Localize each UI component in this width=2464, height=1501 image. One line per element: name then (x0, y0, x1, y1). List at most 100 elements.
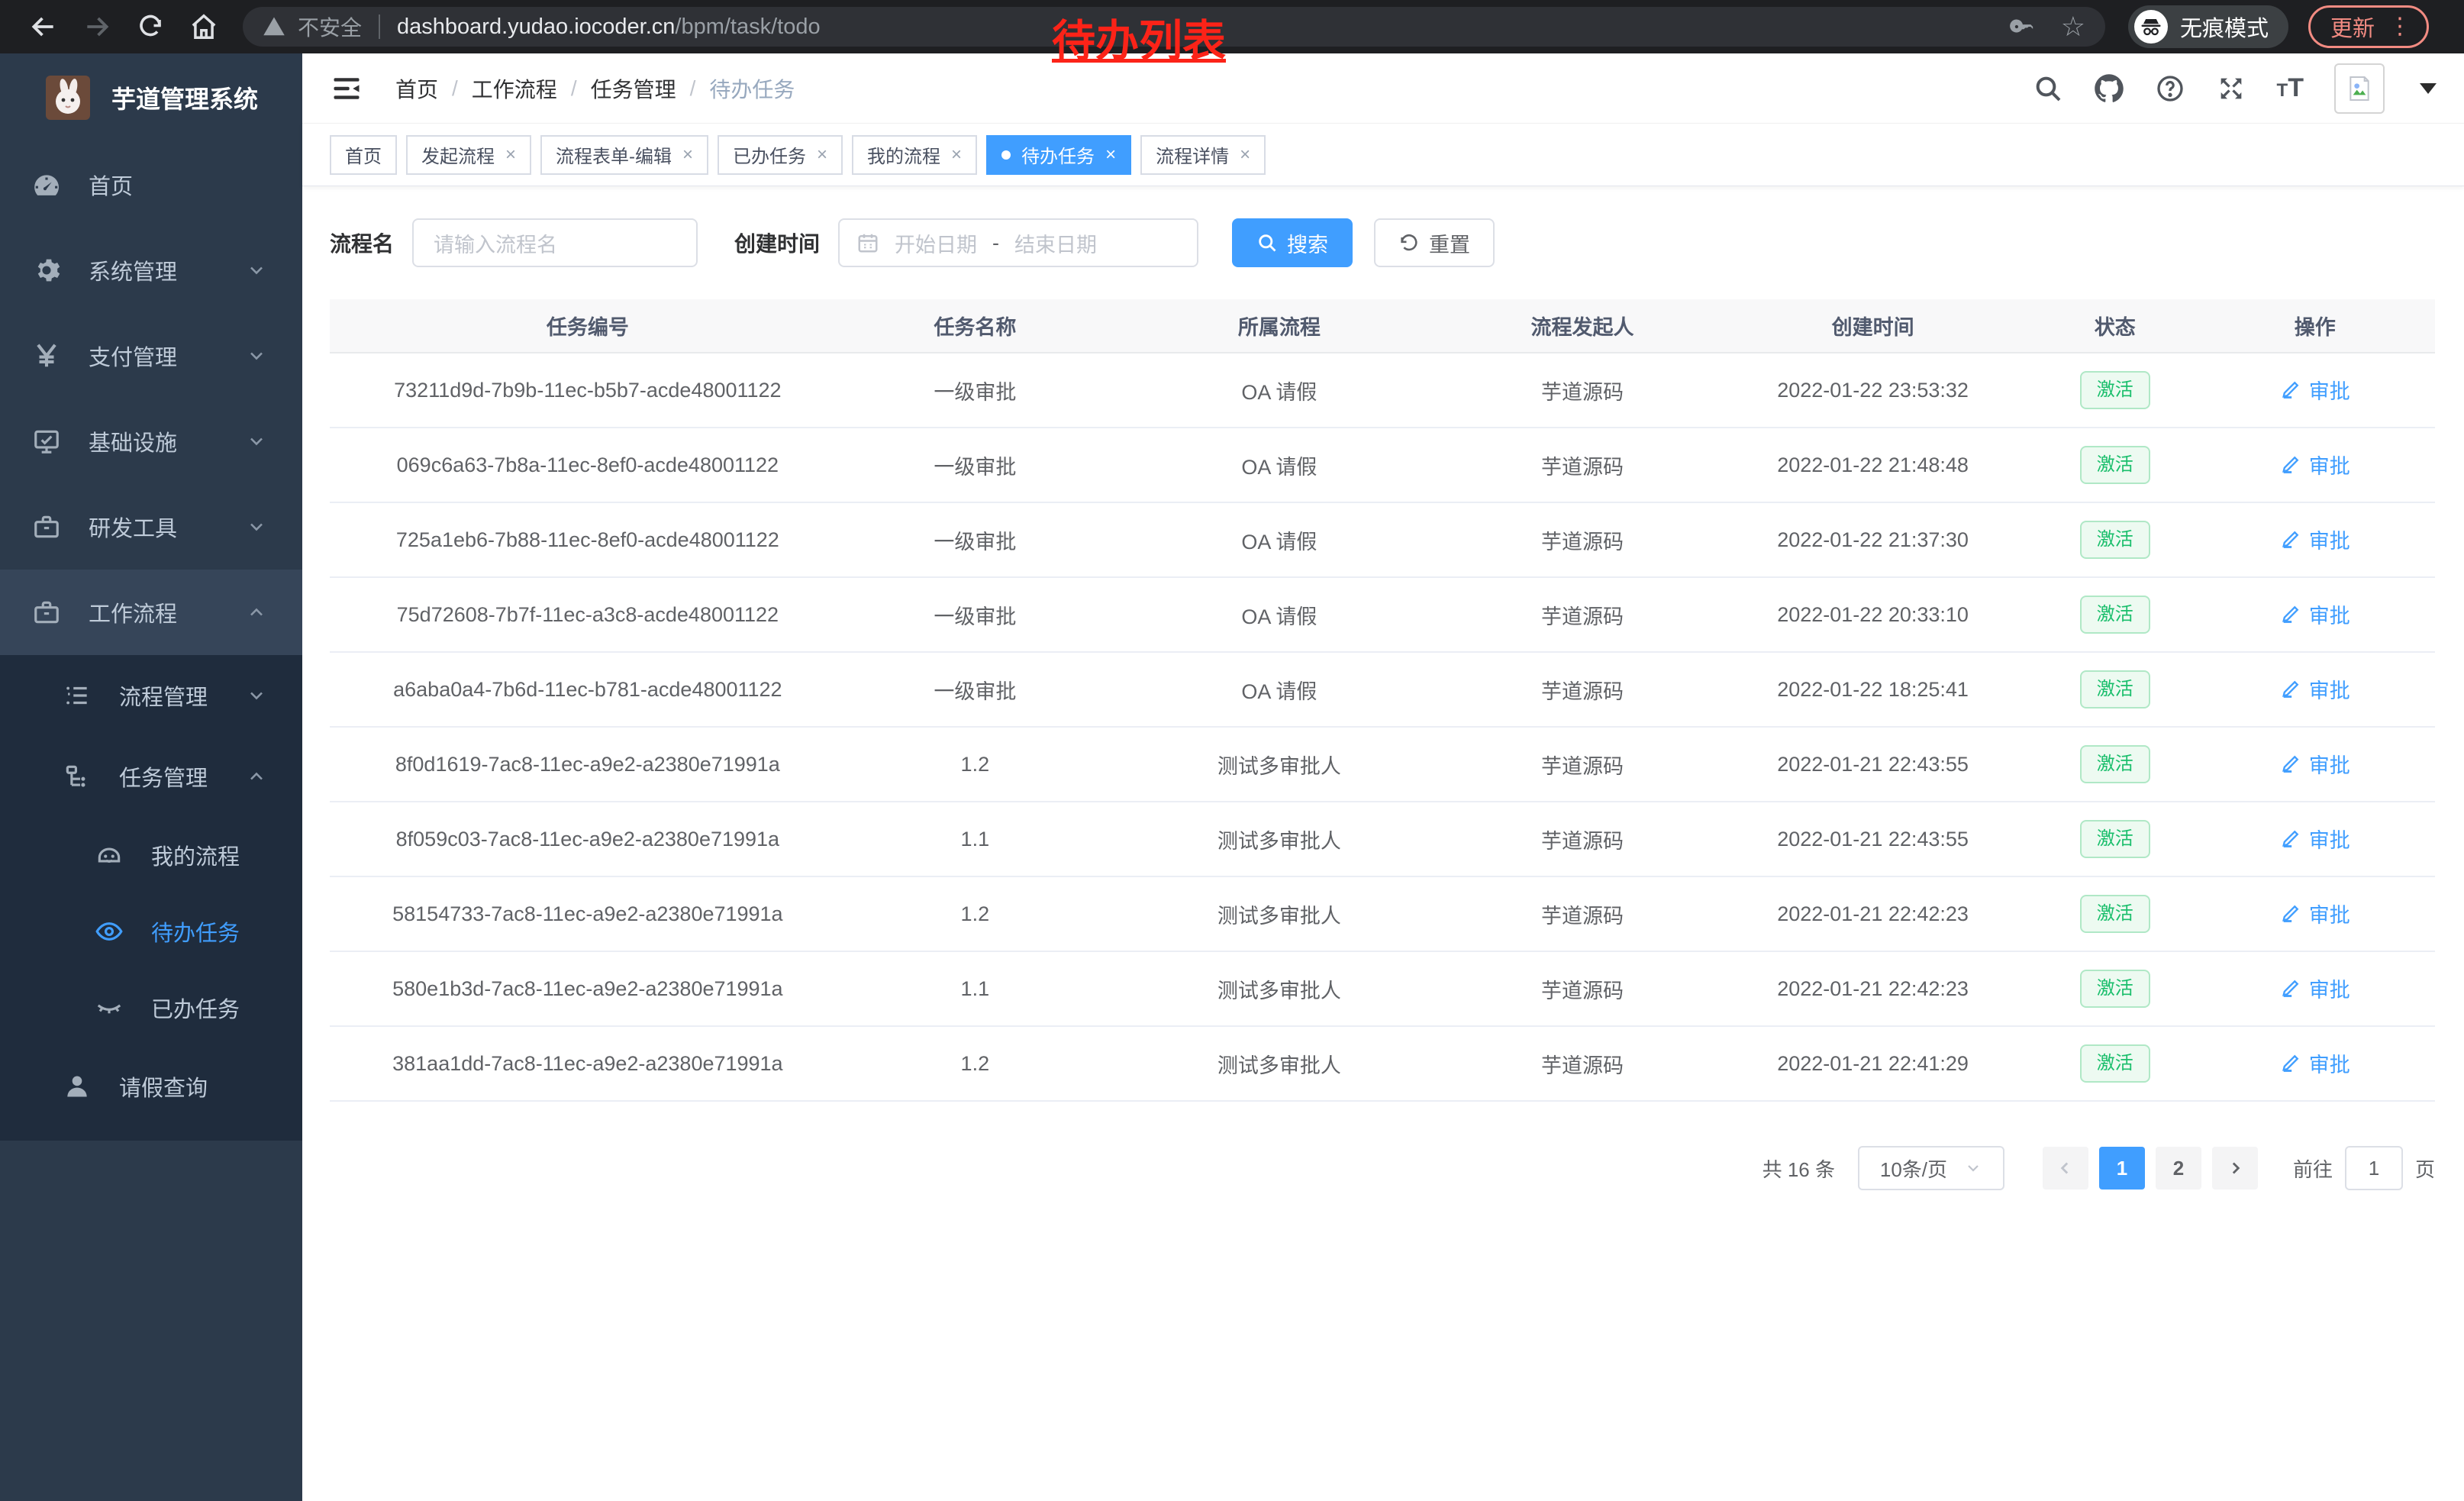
tab-todo-tasks[interactable]: 待办任务× (986, 135, 1131, 175)
table-row: 725a1eb6-7b88-11ec-8ef0-acde48001122 一级审… (330, 502, 2435, 577)
task-id-cell: 73211d9d-7b9b-11ec-b5b7-acde48001122 (330, 353, 846, 428)
task-id-cell: 8f059c03-7ac8-11ec-a9e2-a2380e71991a (330, 802, 846, 876)
tab-home[interactable]: 首页 (330, 135, 397, 175)
sidebar-item-devtools[interactable]: 研发工具 (0, 484, 302, 570)
filter-form: 流程名 请输入流程名 创建时间 开始日期 - 结束日期 搜索 重置 (330, 218, 2435, 267)
created-cell: 2022-01-22 21:37:30 (1711, 502, 2035, 577)
task-id-cell: 725a1eb6-7b88-11ec-8ef0-acde48001122 (330, 502, 846, 577)
task-id-cell: 381aa1dd-7ac8-11ec-a9e2-a2380e71991a (330, 1026, 846, 1101)
tab-done-tasks[interactable]: 已办任务× (718, 135, 843, 175)
github-icon[interactable] (2094, 73, 2124, 104)
tab-form-edit[interactable]: 流程表单-编辑× (540, 135, 708, 175)
help-icon[interactable] (2155, 73, 2185, 104)
date-range-input[interactable]: 开始日期 - 结束日期 (838, 218, 1198, 267)
approve-link[interactable]: 审批 (2280, 674, 2350, 704)
breadcrumb-task-mgmt[interactable]: 任务管理 (591, 73, 676, 104)
created-cell: 2022-01-22 18:25:41 (1711, 652, 2035, 727)
goto-label: 前往 (2293, 1154, 2333, 1183)
close-icon[interactable]: × (505, 146, 516, 164)
sidebar-item-done-tasks[interactable]: 已办任务 (0, 970, 302, 1046)
approve-link[interactable]: 审批 (2280, 899, 2350, 928)
sidebar-item-task-mgmt[interactable]: 任务管理 (0, 736, 302, 817)
monitor-icon (32, 427, 61, 456)
chevron-down-icon (246, 685, 267, 706)
process-name-input[interactable]: 请输入流程名 (412, 218, 698, 267)
starter-cell: 芋道源码 (1454, 727, 1711, 802)
starter-cell: 芋道源码 (1454, 428, 1711, 502)
search-icon[interactable] (2033, 73, 2063, 104)
close-icon[interactable]: × (1240, 146, 1250, 164)
chevron-down-icon (246, 431, 267, 452)
sidebar-item-system[interactable]: 系统管理 (0, 228, 302, 313)
sidebar-item-workflow[interactable]: 工作流程 (0, 570, 302, 655)
breadcrumb-workflow[interactable]: 工作流程 (472, 73, 557, 104)
avatar-dropdown-icon[interactable] (2420, 83, 2437, 94)
home-button[interactable] (180, 3, 227, 50)
sidebar-item-process-mgmt[interactable]: 流程管理 (0, 655, 302, 736)
app-logo[interactable]: 芋道管理系统 (0, 53, 302, 142)
page-url: dashboard.yudao.iocoder.cn/bpm/task/todo (397, 15, 821, 40)
approve-link[interactable]: 审批 (2280, 375, 2350, 405)
close-icon[interactable]: × (682, 146, 693, 164)
sidebar-item-leave-query[interactable]: 请假查询 (0, 1046, 302, 1127)
todo-page: 流程名 请输入流程名 创建时间 开始日期 - 结束日期 搜索 重置 (302, 186, 2464, 1501)
app-title: 芋道管理系统 (111, 80, 258, 115)
process-cell: OA 请假 (1105, 577, 1454, 652)
task-name-cell: 1.1 (846, 802, 1105, 876)
approve-link[interactable]: 审批 (2280, 749, 2350, 779)
goto-page-input[interactable]: 1 (2345, 1146, 2403, 1190)
approve-link[interactable]: 审批 (2280, 599, 2350, 629)
prev-page-button[interactable] (2043, 1147, 2088, 1190)
refresh-icon (1398, 232, 1420, 253)
approve-link[interactable]: 审批 (2280, 973, 2350, 1003)
approve-link[interactable]: 审批 (2280, 525, 2350, 554)
chevron-down-icon (246, 260, 267, 281)
update-button[interactable]: 更新 ⋮ (2308, 5, 2429, 48)
workflow-submenu: 流程管理 任务管理 我的流程 待办任务 已办任务 (0, 655, 302, 1141)
security-label[interactable]: 不安全 (298, 11, 362, 42)
edit-icon (2280, 603, 2301, 625)
forward-button[interactable] (73, 3, 121, 50)
task-name-cell: 1.1 (846, 951, 1105, 1026)
starter-cell: 芋道源码 (1454, 353, 1711, 428)
breadcrumb-home[interactable]: 首页 (395, 73, 438, 104)
task-name-cell: 1.2 (846, 876, 1105, 951)
page-2-button[interactable]: 2 (2156, 1147, 2201, 1190)
page-size-select[interactable]: 10条/页 (1858, 1146, 2004, 1190)
back-button[interactable] (20, 3, 67, 50)
collapse-sidebar-icon[interactable] (330, 72, 363, 105)
tab-process-detail[interactable]: 流程详情× (1140, 135, 1266, 175)
bookmark-star-icon[interactable]: ☆ (2061, 13, 2085, 40)
approve-link[interactable]: 审批 (2280, 1048, 2350, 1078)
sidebar-item-home[interactable]: 首页 (0, 142, 302, 228)
table-row: 069c6a63-7b8a-11ec-8ef0-acde48001122 一级审… (330, 428, 2435, 502)
created-cell: 2022-01-21 22:43:55 (1711, 727, 2035, 802)
page-1-button[interactable]: 1 (2099, 1147, 2145, 1190)
next-page-button[interactable] (2212, 1147, 2258, 1190)
sidebar-item-pay[interactable]: 支付管理 (0, 313, 302, 399)
process-name-label: 流程名 (330, 228, 394, 258)
reload-button[interactable] (127, 3, 174, 50)
search-button[interactable]: 搜索 (1232, 218, 1353, 267)
sidebar-item-infra[interactable]: 基础设施 (0, 399, 302, 484)
key-icon[interactable] (2009, 14, 2035, 40)
close-icon[interactable]: × (1105, 146, 1116, 164)
font-size-icon[interactable]: TT (2277, 73, 2304, 103)
sidebar-item-my-process[interactable]: 我的流程 (0, 817, 302, 893)
tab-start-process[interactable]: 发起流程× (406, 135, 531, 175)
browser-menu-icon[interactable]: ⋮ (2388, 20, 2411, 34)
close-icon[interactable]: × (951, 146, 962, 164)
tab-my-process[interactable]: 我的流程× (852, 135, 977, 175)
task-name-cell: 一级审批 (846, 652, 1105, 727)
fullscreen-icon[interactable] (2216, 73, 2246, 104)
gear-icon (32, 256, 61, 285)
approve-link[interactable]: 审批 (2280, 824, 2350, 854)
task-name-cell: 一级审批 (846, 502, 1105, 577)
avatar[interactable] (2334, 63, 2385, 114)
close-icon[interactable]: × (817, 146, 827, 164)
reset-button[interactable]: 重置 (1374, 218, 1495, 267)
edit-icon (2280, 753, 2301, 774)
sidebar-item-todo-tasks[interactable]: 待办任务 (0, 893, 302, 970)
active-dot (1001, 150, 1011, 160)
approve-link[interactable]: 审批 (2280, 450, 2350, 479)
